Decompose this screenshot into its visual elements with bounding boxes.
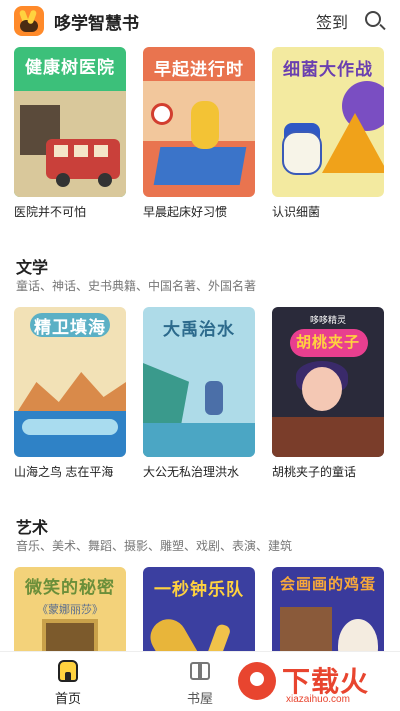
section-title-art[interactable]: 艺术 bbox=[16, 514, 48, 538]
cover-title: 大禹治水 bbox=[163, 320, 235, 339]
tab-bookshelf[interactable]: 书屋 bbox=[150, 652, 250, 711]
book-cover[interactable]: 大禹治水 bbox=[143, 307, 255, 457]
app-title: 哆学智慧书 bbox=[54, 13, 139, 33]
book-card[interactable]: 哆哆精灵 胡桃夹子 胡桃夹子的童话 bbox=[272, 307, 384, 480]
tab-home-label: 首页 bbox=[54, 691, 81, 706]
home-icon bbox=[57, 660, 79, 682]
book-icon bbox=[189, 660, 211, 682]
book-caption: 山海之鸟 志在平海 bbox=[14, 465, 114, 479]
book-card[interactable]: 大禹治水 大公无私治理洪水 bbox=[143, 307, 255, 480]
watermark: 下载火 xiazaihuo.com bbox=[236, 658, 398, 708]
book-card[interactable]: 精卫填海 山海之鸟 志在平海 bbox=[14, 307, 126, 480]
search-icon[interactable] bbox=[364, 10, 386, 32]
cover-title: 健康树医院 bbox=[25, 58, 115, 77]
book-card[interactable]: 早起进行时 早晨起床好习惯 bbox=[143, 47, 255, 220]
app-header: 哆学智慧书 签到 bbox=[0, 0, 400, 42]
cover-title: 一秒钟乐队 bbox=[154, 580, 244, 599]
cover-title: 胡桃夹子 bbox=[295, 334, 360, 351]
book-cover[interactable]: 健康树医院 bbox=[14, 47, 126, 197]
cover-title: 精卫填海 bbox=[34, 318, 106, 337]
book-caption: 胡桃夹子的童话 bbox=[272, 465, 357, 479]
book-cover[interactable]: 早起进行时 bbox=[143, 47, 255, 197]
book-caption: 认识细菌 bbox=[272, 205, 321, 219]
book-caption: 早晨起床好习惯 bbox=[143, 205, 228, 219]
app-logo bbox=[14, 6, 44, 36]
book-caption: 大公无私治理洪水 bbox=[143, 465, 240, 479]
book-card[interactable]: 健康树医院 医院并不可怕 bbox=[14, 47, 126, 220]
cover-subtitle: 《蒙娜丽莎》 bbox=[37, 604, 103, 616]
cover-brand: 哆哆精灵 bbox=[309, 315, 346, 325]
signin-button[interactable]: 签到 bbox=[316, 9, 348, 33]
cover-title: 早起进行时 bbox=[154, 60, 244, 79]
cover-title: 会画画的鸡蛋 bbox=[279, 576, 376, 593]
cover-title: 微笑的秘密 bbox=[25, 578, 115, 597]
tab-home[interactable]: 首页 bbox=[18, 652, 118, 711]
book-cover[interactable]: 哆哆精灵 胡桃夹子 bbox=[272, 307, 384, 457]
book-cover[interactable]: 细菌大作战 bbox=[272, 47, 384, 197]
book-cover[interactable]: 精卫填海 bbox=[14, 307, 126, 457]
book-card[interactable]: 细菌大作战 认识细菌 bbox=[272, 47, 384, 220]
section-subtitle-art: 音乐、美术、舞蹈、摄影、雕塑、戏剧、表演、建筑 bbox=[16, 539, 293, 553]
book-caption: 医院并不可怕 bbox=[14, 205, 87, 219]
watermark-logo-icon bbox=[238, 662, 276, 700]
tab-bookshelf-label: 书屋 bbox=[186, 691, 213, 706]
section-title-literature[interactable]: 文学 bbox=[16, 254, 48, 278]
cover-title: 细菌大作战 bbox=[283, 60, 373, 79]
watermark-url: xiazaihuo.com bbox=[286, 694, 350, 705]
section-subtitle-literature: 童话、神话、史书典籍、中国名著、外国名著 bbox=[16, 279, 257, 293]
